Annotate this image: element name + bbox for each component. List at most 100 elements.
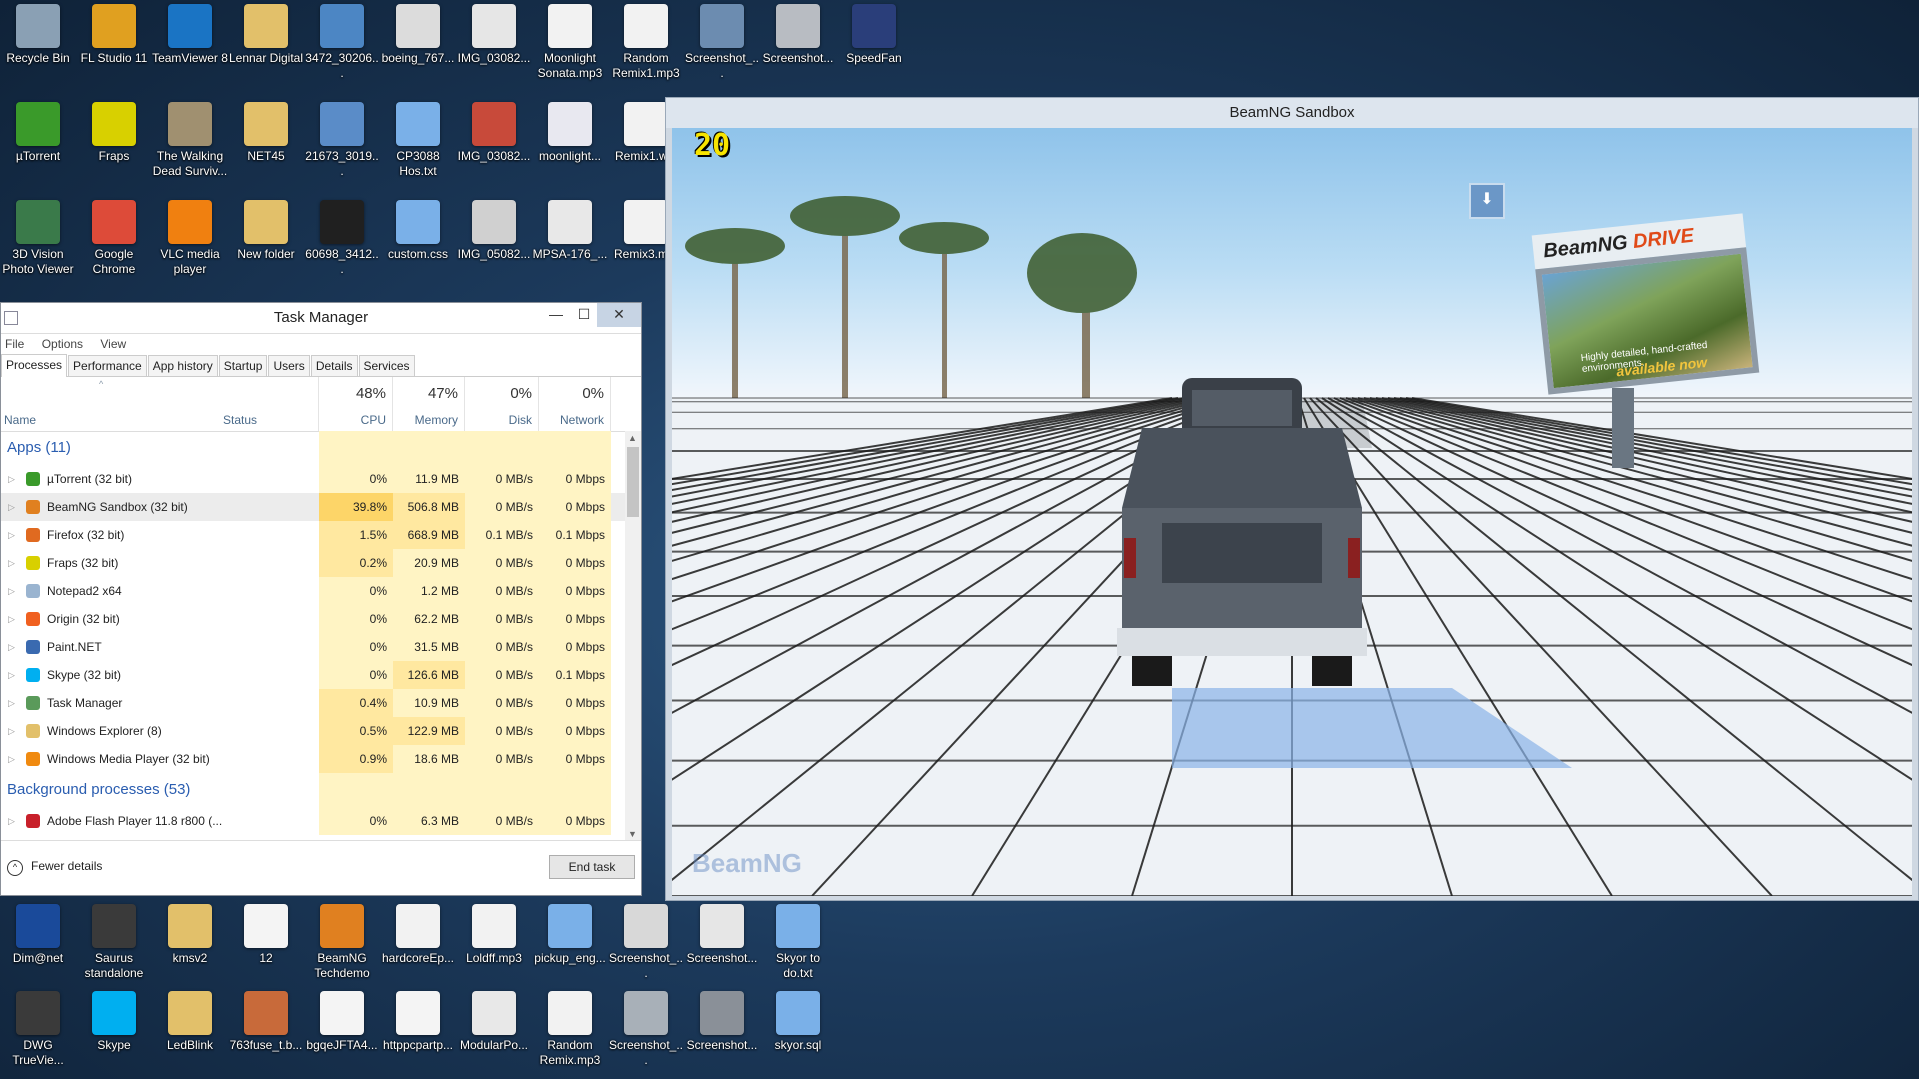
desktop-icon[interactable]: 12 bbox=[228, 900, 304, 966]
beamng-window[interactable]: BeamNG Sandbox 20 ⬇ BeamNG DRIVE Highly … bbox=[665, 97, 1919, 901]
process-row[interactable]: ▷ µTorrent (32 bit) 0% 11.9 MB 0 MB/s 0 Mbps bbox=[1, 465, 627, 493]
desktop-icon[interactable]: IMG_03082... bbox=[456, 98, 532, 164]
menu-view[interactable]: View bbox=[100, 337, 126, 351]
minimize-icon[interactable]: — bbox=[541, 303, 571, 327]
expand-icon[interactable]: ▷ bbox=[8, 689, 15, 717]
desktop-icon[interactable]: custom.css bbox=[380, 196, 456, 262]
maximize-icon[interactable]: ☐ bbox=[569, 303, 599, 327]
desktop-icon[interactable]: IMG_05082... bbox=[456, 196, 532, 262]
process-list-scrollbar[interactable]: ▲ ▼ bbox=[625, 431, 641, 841]
expand-icon[interactable]: ▷ bbox=[8, 521, 15, 549]
desktop-icon[interactable]: IMG_03082... bbox=[456, 0, 532, 66]
header-network[interactable]: 0% Network bbox=[539, 377, 611, 431]
tab-app-history[interactable]: App history bbox=[147, 355, 218, 376]
task-manager-titlebar[interactable]: Task Manager — ☐ ✕ bbox=[1, 303, 641, 334]
beamng-viewport[interactable]: 20 ⬇ BeamNG DRIVE Highly detailed, hand-… bbox=[672, 128, 1912, 896]
desktop-icon[interactable]: Google Chrome bbox=[76, 196, 152, 277]
desktop-icon[interactable]: Recycle Bin bbox=[0, 0, 76, 66]
process-row[interactable]: ▷ Fraps (32 bit) 0.2% 20.9 MB 0 MB/s 0 Mbps bbox=[1, 549, 627, 577]
desktop-icon[interactable]: NET45 bbox=[228, 98, 304, 164]
desktop-icon[interactable]: Screenshot... bbox=[684, 900, 760, 966]
desktop-icon[interactable]: 3D Vision Photo Viewer bbox=[0, 196, 76, 277]
desktop-icon[interactable]: µTorrent bbox=[0, 98, 76, 164]
desktop-icon[interactable]: CP3088 Hos.txt bbox=[380, 98, 456, 179]
desktop-icon[interactable]: moonlight... bbox=[532, 98, 608, 164]
header-cpu[interactable]: 48% CPU bbox=[319, 377, 393, 431]
desktop-icon[interactable]: ModularPo... bbox=[456, 987, 532, 1053]
process-row[interactable]: ▷ Origin (32 bit) 0% 62.2 MB 0 MB/s 0 Mbps bbox=[1, 605, 627, 633]
menu-options[interactable]: Options bbox=[42, 337, 83, 351]
desktop-icon[interactable]: bgqeJFTA4... bbox=[304, 987, 380, 1053]
scroll-thumb[interactable] bbox=[627, 447, 639, 517]
header-memory[interactable]: 47% Memory bbox=[393, 377, 465, 431]
background-group-header[interactable]: Background processes (53) bbox=[1, 773, 627, 807]
expand-icon[interactable]: ▷ bbox=[8, 577, 15, 605]
process-row[interactable]: ▷ Windows Media Player (32 bit) 0.9% 18.6 M… bbox=[1, 745, 627, 773]
desktop-icon[interactable]: Saurus standalone bbox=[76, 900, 152, 981]
process-row[interactable]: ▷ Paint.NET 0% 31.5 MB 0 MB/s 0 Mbps bbox=[1, 633, 627, 661]
desktop-icon[interactable]: skyor.sql bbox=[760, 987, 836, 1053]
desktop-icon[interactable]: Random Remix1.mp3 bbox=[608, 0, 684, 81]
desktop-icon[interactable]: kmsv2 bbox=[152, 900, 228, 966]
desktop-icon[interactable]: hardcoreEp... bbox=[380, 900, 456, 966]
desktop-icon[interactable]: Moonlight Sonata.mp3 bbox=[532, 0, 608, 81]
scroll-down-icon[interactable]: ▼ bbox=[628, 829, 637, 839]
apps-group-header[interactable]: Apps (11) bbox=[1, 431, 627, 465]
desktop-icon[interactable]: 60698_3412... bbox=[304, 196, 380, 277]
task-manager-window[interactable]: Task Manager — ☐ ✕ File Options View Pro… bbox=[0, 302, 642, 896]
desktop-icon[interactable]: 21673_3019... bbox=[304, 98, 380, 179]
expand-icon[interactable]: ▷ bbox=[8, 493, 15, 521]
expand-icon[interactable]: ▷ bbox=[8, 549, 15, 577]
tab-performance[interactable]: Performance bbox=[68, 355, 147, 376]
menu-file[interactable]: File bbox=[5, 337, 24, 351]
desktop-icon[interactable]: Screenshot_... bbox=[608, 900, 684, 981]
expand-icon[interactable]: ▷ bbox=[8, 661, 15, 689]
process-row[interactable]: ▷ Firefox (32 bit) 1.5% 668.9 MB 0.1 MB/s 0.1… bbox=[1, 521, 627, 549]
tab-users[interactable]: Users bbox=[268, 355, 310, 376]
desktop-icon[interactable]: DWG TrueVie... bbox=[0, 987, 76, 1068]
desktop-icon[interactable]: VLC media player bbox=[152, 196, 228, 277]
tab-startup[interactable]: Startup bbox=[218, 355, 268, 376]
desktop-icon[interactable]: boeing_767... bbox=[380, 0, 456, 66]
desktop-icon[interactable]: Lennar Digital bbox=[228, 0, 304, 66]
desktop-icon[interactable]: BeamNG Techdemo bbox=[304, 900, 380, 981]
desktop-icon[interactable]: MPSA-176_... bbox=[532, 196, 608, 262]
close-icon[interactable]: ✕ bbox=[597, 303, 641, 327]
desktop-icon[interactable]: Random Remix.mp3 bbox=[532, 987, 608, 1068]
desktop-icon[interactable]: pickup_eng... bbox=[532, 900, 608, 966]
desktop-icon[interactable]: New folder bbox=[228, 196, 304, 262]
desktop-icon[interactable]: httppcpartp... bbox=[380, 987, 456, 1053]
desktop-icon[interactable]: Screenshot... bbox=[760, 0, 836, 66]
desktop-icon[interactable]: Dim@net bbox=[0, 900, 76, 966]
desktop-icon[interactable]: Skype bbox=[76, 987, 152, 1053]
expand-icon[interactable]: ▷ bbox=[8, 717, 15, 745]
desktop-icon[interactable]: 763fuse_t.b... bbox=[228, 987, 304, 1053]
desktop-icon[interactable]: Screenshot... bbox=[684, 987, 760, 1053]
process-row[interactable]: ▷ Adobe Flash Player 11.8 r800 (... 0% 6.3 … bbox=[1, 807, 627, 835]
desktop-icon[interactable]: Loldff.mp3 bbox=[456, 900, 532, 966]
desktop-icon[interactable]: LedBlink bbox=[152, 987, 228, 1053]
desktop-icon[interactable]: Skyor to do.txt bbox=[760, 900, 836, 981]
process-row[interactable]: ▷ Notepad2 x64 0% 1.2 MB 0 MB/s 0 Mbps bbox=[1, 577, 627, 605]
header-disk[interactable]: 0% Disk bbox=[465, 377, 539, 431]
expand-icon[interactable]: ▷ bbox=[8, 465, 15, 493]
desktop-icon[interactable]: Fraps bbox=[76, 98, 152, 164]
desktop-icon[interactable]: Screenshot_... bbox=[608, 987, 684, 1068]
process-row[interactable]: ▷ Task Manager 0.4% 10.9 MB 0 MB/s 0 Mbps bbox=[1, 689, 627, 717]
end-task-button[interactable]: End task bbox=[549, 855, 635, 879]
tab-processes[interactable]: Processes bbox=[1, 354, 68, 377]
desktop-icon[interactable]: Screenshot_... bbox=[684, 0, 760, 81]
fewer-details-button[interactable]: ^ Fewer details bbox=[7, 859, 102, 876]
expand-icon[interactable]: ▷ bbox=[8, 605, 15, 633]
beamng-title[interactable]: BeamNG Sandbox bbox=[666, 98, 1918, 128]
desktop-icon[interactable]: SpeedFan bbox=[836, 0, 912, 66]
tab-services[interactable]: Services bbox=[358, 355, 415, 376]
desktop-icon[interactable]: FL Studio 11 bbox=[76, 0, 152, 66]
header-name-col[interactable]: ^ Name Status bbox=[1, 377, 319, 431]
process-row[interactable]: ▷ Skype (32 bit) 0% 126.6 MB 0 MB/s 0.1 Mbps bbox=[1, 661, 627, 689]
tab-details[interactable]: Details bbox=[310, 355, 358, 376]
desktop-icon[interactable]: 3472_30206... bbox=[304, 0, 380, 81]
desktop-icon[interactable]: The Walking Dead Surviv... bbox=[152, 98, 228, 179]
expand-icon[interactable]: ▷ bbox=[8, 807, 15, 835]
expand-icon[interactable]: ▷ bbox=[8, 745, 15, 773]
